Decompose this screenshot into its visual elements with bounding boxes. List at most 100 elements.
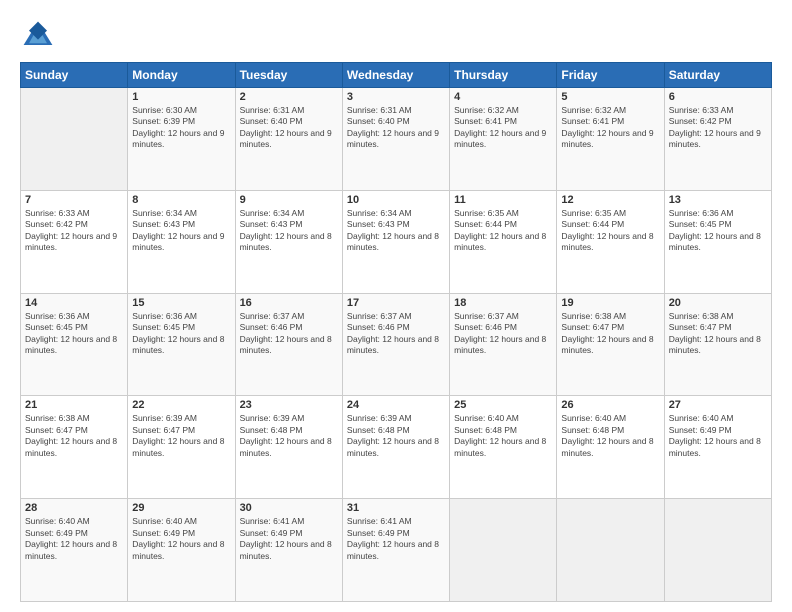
calendar-cell: 31 Sunrise: 6:41 AMSunset: 6:49 PMDayligh… (342, 499, 449, 602)
calendar-week-3: 14 Sunrise: 6:36 AMSunset: 6:45 PMDayligh… (21, 293, 772, 396)
day-info: Sunrise: 6:31 AMSunset: 6:40 PMDaylight:… (240, 105, 332, 149)
day-number: 7 (25, 194, 123, 206)
day-info: Sunrise: 6:35 AMSunset: 6:44 PMDaylight:… (454, 208, 546, 252)
day-number: 12 (561, 194, 659, 206)
calendar-cell: 5 Sunrise: 6:32 AMSunset: 6:41 PMDaylight… (557, 88, 664, 191)
day-number: 2 (240, 91, 338, 103)
day-number: 1 (132, 91, 230, 103)
calendar-cell: 18 Sunrise: 6:37 AMSunset: 6:46 PMDayligh… (450, 293, 557, 396)
calendar-cell: 9Sunrise: 6:34 AMSunset: 6:43 PMDaylight… (235, 190, 342, 293)
day-info: Sunrise: 6:34 AMSunset: 6:43 PMDaylight:… (347, 208, 439, 252)
day-number: 16 (240, 297, 338, 309)
col-wednesday: Wednesday (342, 63, 449, 88)
day-number: 9 (240, 194, 338, 206)
day-info: Sunrise: 6:38 AMSunset: 6:47 PMDaylight:… (25, 413, 117, 457)
calendar-cell: 28 Sunrise: 6:40 AMSunset: 6:49 PMDayligh… (21, 499, 128, 602)
calendar-table: Sunday Monday Tuesday Wednesday Thursday… (20, 62, 772, 602)
day-info: Sunrise: 6:39 AMSunset: 6:47 PMDaylight:… (132, 413, 224, 457)
day-info: Sunrise: 6:41 AMSunset: 6:49 PMDaylight:… (240, 516, 332, 560)
header-row: Sunday Monday Tuesday Wednesday Thursday… (21, 63, 772, 88)
col-monday: Monday (128, 63, 235, 88)
calendar-cell: 4 Sunrise: 6:32 AMSunset: 6:41 PMDaylight… (450, 88, 557, 191)
day-info: Sunrise: 6:32 AMSunset: 6:41 PMDaylight:… (561, 105, 653, 149)
calendar-week-4: 21 Sunrise: 6:38 AMSunset: 6:47 PMDayligh… (21, 396, 772, 499)
day-number: 5 (561, 91, 659, 103)
logo (20, 18, 62, 54)
calendar-cell: 20 Sunrise: 6:38 AMSunset: 6:47 PMDayligh… (664, 293, 771, 396)
day-info: Sunrise: 6:30 AMSunset: 6:39 PMDaylight:… (132, 105, 224, 149)
calendar-cell: 7 Sunrise: 6:33 AMSunset: 6:42 PMDaylight… (21, 190, 128, 293)
calendar-cell: 23Sunrise: 6:39 AMSunset: 6:48 PMDayligh… (235, 396, 342, 499)
calendar-week-5: 28 Sunrise: 6:40 AMSunset: 6:49 PMDayligh… (21, 499, 772, 602)
calendar-cell: 8 Sunrise: 6:34 AMSunset: 6:43 PMDaylight… (128, 190, 235, 293)
day-number: 18 (454, 297, 552, 309)
calendar-cell (450, 499, 557, 602)
day-info: Sunrise: 6:34 AMSunset: 6:43 PMDaylight:… (132, 208, 224, 252)
calendar-cell (664, 499, 771, 602)
calendar-cell: 11 Sunrise: 6:35 AMSunset: 6:44 PMDayligh… (450, 190, 557, 293)
day-number: 13 (669, 194, 767, 206)
calendar-week-2: 7 Sunrise: 6:33 AMSunset: 6:42 PMDaylight… (21, 190, 772, 293)
day-info: Sunrise: 6:37 AMSunset: 6:46 PMDaylight:… (454, 311, 546, 355)
calendar-week-1: 1 Sunrise: 6:30 AMSunset: 6:39 PMDaylight… (21, 88, 772, 191)
day-info: Sunrise: 6:36 AMSunset: 6:45 PMDaylight:… (25, 311, 117, 355)
calendar-cell (21, 88, 128, 191)
day-number: 4 (454, 91, 552, 103)
calendar-cell: 21 Sunrise: 6:38 AMSunset: 6:47 PMDayligh… (21, 396, 128, 499)
day-number: 19 (561, 297, 659, 309)
col-thursday: Thursday (450, 63, 557, 88)
header (20, 18, 772, 54)
day-info: Sunrise: 6:38 AMSunset: 6:47 PMDaylight:… (669, 311, 761, 355)
day-number: 28 (25, 502, 123, 514)
day-number: 11 (454, 194, 552, 206)
calendar-cell: 27Sunrise: 6:40 AMSunset: 6:49 PMDayligh… (664, 396, 771, 499)
day-info: Sunrise: 6:36 AMSunset: 6:45 PMDaylight:… (132, 311, 224, 355)
col-friday: Friday (557, 63, 664, 88)
calendar-cell: 19 Sunrise: 6:38 AMSunset: 6:47 PMDayligh… (557, 293, 664, 396)
calendar-cell: 26Sunrise: 6:40 AMSunset: 6:48 PMDayligh… (557, 396, 664, 499)
calendar-cell: 2 Sunrise: 6:31 AMSunset: 6:40 PMDaylight… (235, 88, 342, 191)
calendar-cell: 16 Sunrise: 6:37 AMSunset: 6:46 PMDayligh… (235, 293, 342, 396)
day-info: Sunrise: 6:41 AMSunset: 6:49 PMDaylight:… (347, 516, 439, 560)
logo-icon (20, 18, 56, 54)
day-info: Sunrise: 6:37 AMSunset: 6:46 PMDaylight:… (347, 311, 439, 355)
day-info: Sunrise: 6:33 AMSunset: 6:42 PMDaylight:… (25, 208, 117, 252)
day-info: Sunrise: 6:39 AMSunset: 6:48 PMDaylight:… (240, 413, 332, 457)
col-saturday: Saturday (664, 63, 771, 88)
day-info: Sunrise: 6:40 AMSunset: 6:48 PMDaylight:… (561, 413, 653, 457)
day-number: 3 (347, 91, 445, 103)
day-info: Sunrise: 6:38 AMSunset: 6:47 PMDaylight:… (561, 311, 653, 355)
calendar-cell: 25 Sunrise: 6:40 AMSunset: 6:48 PMDayligh… (450, 396, 557, 499)
day-info: Sunrise: 6:40 AMSunset: 6:49 PMDaylight:… (669, 413, 761, 457)
calendar-cell: 29Sunrise: 6:40 AMSunset: 6:49 PMDayligh… (128, 499, 235, 602)
calendar-cell: 13 Sunrise: 6:36 AMSunset: 6:45 PMDayligh… (664, 190, 771, 293)
day-number: 22 (132, 399, 230, 411)
day-info: Sunrise: 6:35 AMSunset: 6:44 PMDaylight:… (561, 208, 653, 252)
day-info: Sunrise: 6:36 AMSunset: 6:45 PMDaylight:… (669, 208, 761, 252)
day-info: Sunrise: 6:31 AMSunset: 6:40 PMDaylight:… (347, 105, 439, 149)
day-info: Sunrise: 6:32 AMSunset: 6:41 PMDaylight:… (454, 105, 546, 149)
calendar-cell: 24Sunrise: 6:39 AMSunset: 6:48 PMDayligh… (342, 396, 449, 499)
day-number: 31 (347, 502, 445, 514)
calendar-cell: 1 Sunrise: 6:30 AMSunset: 6:39 PMDaylight… (128, 88, 235, 191)
day-number: 8 (132, 194, 230, 206)
calendar: Sunday Monday Tuesday Wednesday Thursday… (20, 62, 772, 602)
calendar-cell: 22 Sunrise: 6:39 AMSunset: 6:47 PMDayligh… (128, 396, 235, 499)
calendar-cell: 14 Sunrise: 6:36 AMSunset: 6:45 PMDayligh… (21, 293, 128, 396)
day-info: Sunrise: 6:37 AMSunset: 6:46 PMDaylight:… (240, 311, 332, 355)
day-number: 15 (132, 297, 230, 309)
day-info: Sunrise: 6:40 AMSunset: 6:49 PMDaylight:… (25, 516, 117, 560)
day-info: Sunrise: 6:39 AMSunset: 6:48 PMDaylight:… (347, 413, 439, 457)
day-number: 21 (25, 399, 123, 411)
calendar-cell: 12 Sunrise: 6:35 AMSunset: 6:44 PMDayligh… (557, 190, 664, 293)
day-number: 20 (669, 297, 767, 309)
day-info: Sunrise: 6:40 AMSunset: 6:49 PMDaylight:… (132, 516, 224, 560)
day-number: 25 (454, 399, 552, 411)
day-number: 14 (25, 297, 123, 309)
calendar-cell (557, 499, 664, 602)
calendar-cell: 30Sunrise: 6:41 AMSunset: 6:49 PMDayligh… (235, 499, 342, 602)
day-number: 10 (347, 194, 445, 206)
calendar-cell: 10 Sunrise: 6:34 AMSunset: 6:43 PMDayligh… (342, 190, 449, 293)
day-info: Sunrise: 6:40 AMSunset: 6:48 PMDaylight:… (454, 413, 546, 457)
page: Sunday Monday Tuesday Wednesday Thursday… (0, 0, 792, 612)
